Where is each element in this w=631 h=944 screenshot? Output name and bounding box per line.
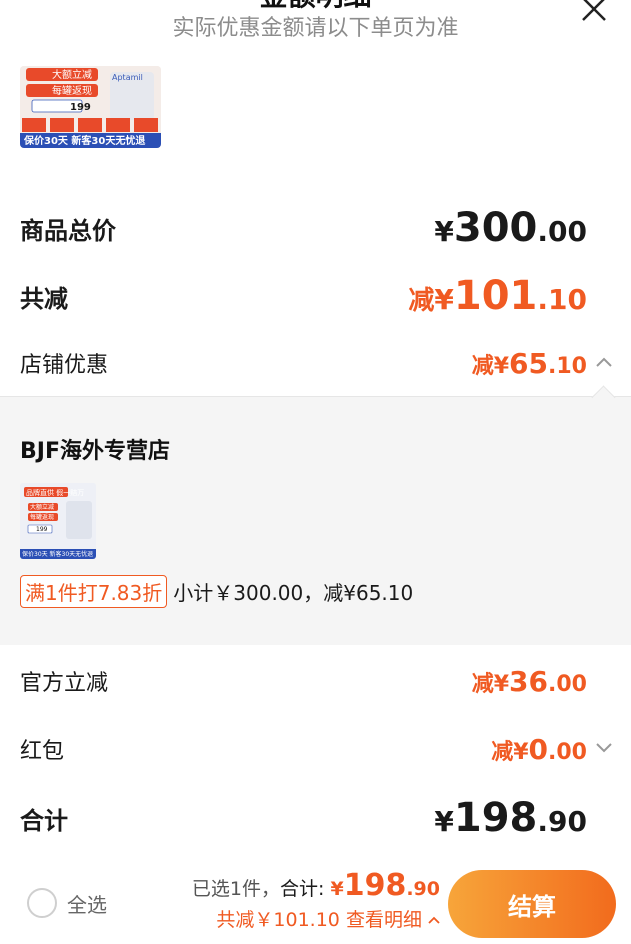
close-button[interactable] [577, 0, 611, 26]
shop-thumb-text-2: 大额立减 [30, 503, 54, 511]
sheet-subtitle: 实际优惠金额请以下单页为准 [172, 16, 459, 41]
shop-thumb-text-3: 每罐返现 [30, 513, 54, 521]
shop-discount-panel: BJF海外专营店 品牌直供 假一赔万 大额立减 每罐返现 199 保价30天 新… [0, 385, 631, 645]
shop-thumb-guarantee: 保价30天 新客30天无忧退 [22, 550, 93, 558]
selected-count: 已选1件， [191, 878, 281, 900]
shop-discount-label: 店铺优惠 [20, 353, 109, 378]
checkout-summary: 已选1件，合计: ¥198.90 共减￥101.10 查看明细 [180, 868, 440, 932]
promo-text-1: 大额立减 [52, 68, 92, 81]
official-discount-row: 官方立减 减¥36.00 [0, 658, 631, 704]
select-all-radio[interactable] [27, 888, 57, 918]
shop-discount-value: 减¥65.10 [471, 346, 587, 380]
red-packet-row[interactable]: 红包 减¥0.00 [0, 726, 631, 772]
shop-thumb-price: 199 [36, 526, 48, 533]
red-packet-label: 红包 [20, 739, 65, 764]
goods-total-label: 商品总价 [20, 216, 116, 245]
total-label: 合计: [280, 878, 325, 900]
shop-discount-row[interactable]: 店铺优惠 减¥65.10 [0, 340, 631, 386]
total-discount-row: 共减 减¥101.10 [0, 268, 631, 324]
goods-total-value: ¥300.00 [434, 205, 587, 251]
red-packet-value: 减¥0.00 [491, 732, 587, 766]
grand-total-label: 合计 [20, 806, 68, 835]
close-icon [582, 0, 606, 21]
brand-name: Aptamil [112, 73, 143, 82]
promo-detail: 小计￥300.00，减¥65.10 [173, 581, 414, 605]
checkout-button[interactable]: 结算 [448, 870, 616, 938]
select-all-toggle[interactable]: 全选 [27, 888, 107, 918]
promo-line: 满1件打7.83折 小计￥300.00，减¥65.10 [20, 575, 413, 608]
grand-total-value: ¥198.90 [434, 795, 587, 841]
guarantee-text: 保价30天 新客30天无忧退 [23, 134, 145, 147]
panel-caret [591, 385, 616, 410]
official-discount-label: 官方立减 [20, 671, 109, 696]
total-discount-label: 共减 [20, 284, 68, 313]
shop-product-image: 品牌直供 假一赔万 大额立减 每罐返现 199 保价30天 新客30天无忧退 [20, 483, 96, 559]
shop-name: BJF海外专营店 [20, 439, 170, 464]
official-discount-value: 减¥36.00 [471, 664, 587, 698]
view-detail-label: 查看明细 [345, 909, 422, 931]
view-detail-link[interactable]: 共减￥101.10 查看明细 [180, 905, 440, 932]
promo-tag: 满1件打7.83折 [20, 575, 168, 608]
grand-total-row: 合计 ¥198.90 [0, 790, 631, 846]
summary-total-line: 已选1件，合计: ¥198.90 [180, 868, 440, 903]
shop-product-thumbnail[interactable]: 品牌直供 假一赔万 大额立减 每罐返现 199 保价30天 新客30天无忧退 [20, 483, 96, 559]
price-detail-sheet: 金额明细 实际优惠金额请以下单页为准 大额立减 每罐返现 199 Aptamil… [0, 0, 631, 944]
product-thumbnail[interactable]: 大额立减 每罐返现 199 Aptamil 保价30天 新客30天无忧退 [20, 66, 161, 148]
goods-total-row: 商品总价 ¥300.00 [0, 200, 631, 256]
total-discount-value: 减¥101.10 [408, 273, 587, 319]
summary-discount: 共减￥101.10 [216, 909, 340, 931]
chevron-down-icon [596, 743, 612, 753]
chevron-up-icon [428, 916, 440, 924]
chevron-up-icon [596, 357, 612, 367]
promo-price: 199 [70, 102, 91, 113]
product-image: 大额立减 每罐返现 199 Aptamil 保价30天 新客30天无忧退 [20, 66, 161, 148]
select-all-label: 全选 [67, 892, 107, 917]
shop-thumb-text-1: 品牌直供 假一赔万 [26, 488, 84, 497]
promo-text-2: 每罐返现 [52, 84, 92, 97]
summary-total-value: ¥198.90 [330, 868, 440, 903]
checkout-bar: 全选 已选1件，合计: ¥198.90 共减￥101.10 查看明细 结算 [0, 858, 631, 944]
